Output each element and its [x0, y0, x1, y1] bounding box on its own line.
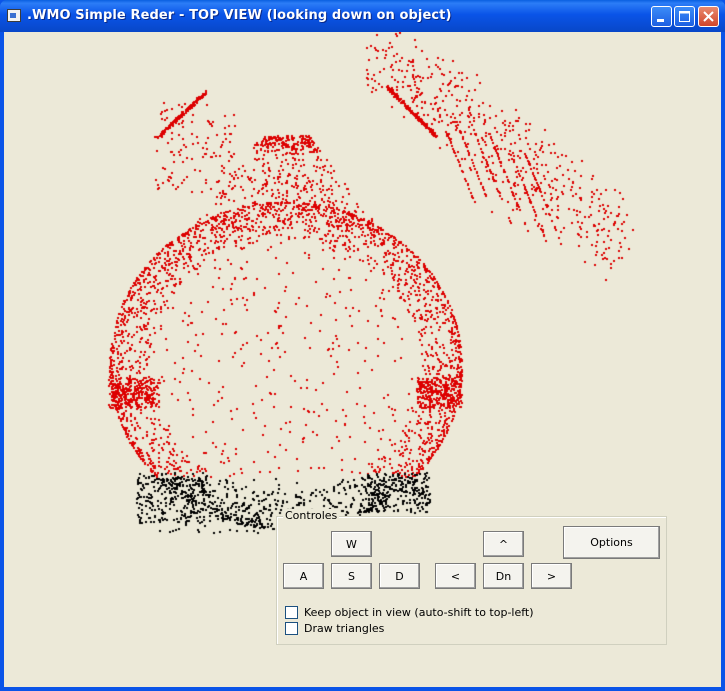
minimize-button[interactable] [651, 6, 672, 27]
w-button[interactable]: W [331, 531, 372, 557]
a-button[interactable]: A [283, 563, 324, 589]
close-icon [703, 11, 714, 22]
down-button[interactable]: Dn [483, 563, 524, 589]
left-button[interactable]: < [435, 563, 476, 589]
client-area: Controles W A S D ^ < Dn > Options Keep … [4, 32, 721, 687]
s-button[interactable]: S [331, 563, 372, 589]
close-button[interactable] [698, 6, 719, 27]
keep-in-view-row[interactable]: Keep object in view (auto-shift to top-l… [285, 606, 534, 619]
up-button[interactable]: ^ [483, 531, 524, 557]
window-title: .WMO Simple Reder - TOP VIEW (looking do… [27, 8, 452, 23]
app-window: .WMO Simple Reder - TOP VIEW (looking do… [0, 0, 725, 691]
keep-in-view-checkbox[interactable] [285, 606, 298, 619]
app-window-icon[interactable] [7, 9, 21, 22]
d-button[interactable]: D [379, 563, 420, 589]
draw-triangles-label: Draw triangles [304, 622, 385, 635]
controls-frame-legend: Controles [283, 509, 340, 522]
controls-frame: Controles W A S D ^ < Dn > Options Keep … [276, 509, 667, 645]
maximize-button[interactable] [674, 6, 695, 27]
draw-triangles-checkbox[interactable] [285, 622, 298, 635]
title-bar[interactable]: .WMO Simple Reder - TOP VIEW (looking do… [0, 0, 725, 32]
right-button[interactable]: > [531, 563, 572, 589]
maximize-icon [679, 11, 690, 22]
options-button[interactable]: Options [563, 526, 660, 559]
minimize-icon [657, 19, 664, 22]
keep-in-view-label: Keep object in view (auto-shift to top-l… [304, 606, 534, 619]
draw-triangles-row[interactable]: Draw triangles [285, 622, 384, 635]
